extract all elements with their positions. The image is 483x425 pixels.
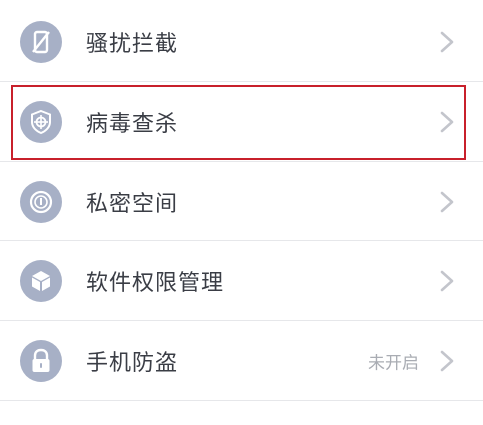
chevron-right-icon	[440, 31, 454, 52]
row-label: 私密空间	[86, 191, 179, 217]
divider	[0, 400, 483, 401]
privacy-key-icon	[20, 180, 62, 223]
box-cube-icon	[20, 259, 62, 302]
row-anti-theft[interactable]: 手机防盗 未开启	[0, 321, 483, 400]
chevron-right-icon	[440, 270, 454, 291]
chevron-right-icon	[440, 111, 454, 132]
settings-list: 骚扰拦截 病毒查杀 私密空间 软件权限管理 手机防盗 未开启	[0, 0, 483, 425]
row-virus-scan[interactable]: 病毒查杀	[0, 82, 483, 161]
blocked-phone-icon	[20, 20, 62, 63]
row-private-space[interactable]: 私密空间	[0, 162, 483, 241]
row-label: 手机防盗	[86, 350, 179, 376]
chevron-right-icon	[440, 191, 454, 212]
chevron-right-icon	[440, 350, 454, 371]
lock-icon	[20, 339, 62, 382]
row-label: 骚扰拦截	[86, 31, 179, 57]
row-label: 病毒查杀	[86, 111, 179, 137]
row-app-permission[interactable]: 软件权限管理	[0, 241, 483, 320]
shield-target-icon	[20, 100, 62, 143]
row-harassment-block[interactable]: 骚扰拦截	[0, 2, 483, 81]
row-status: 未开启	[368, 353, 419, 373]
row-label: 软件权限管理	[86, 270, 225, 296]
